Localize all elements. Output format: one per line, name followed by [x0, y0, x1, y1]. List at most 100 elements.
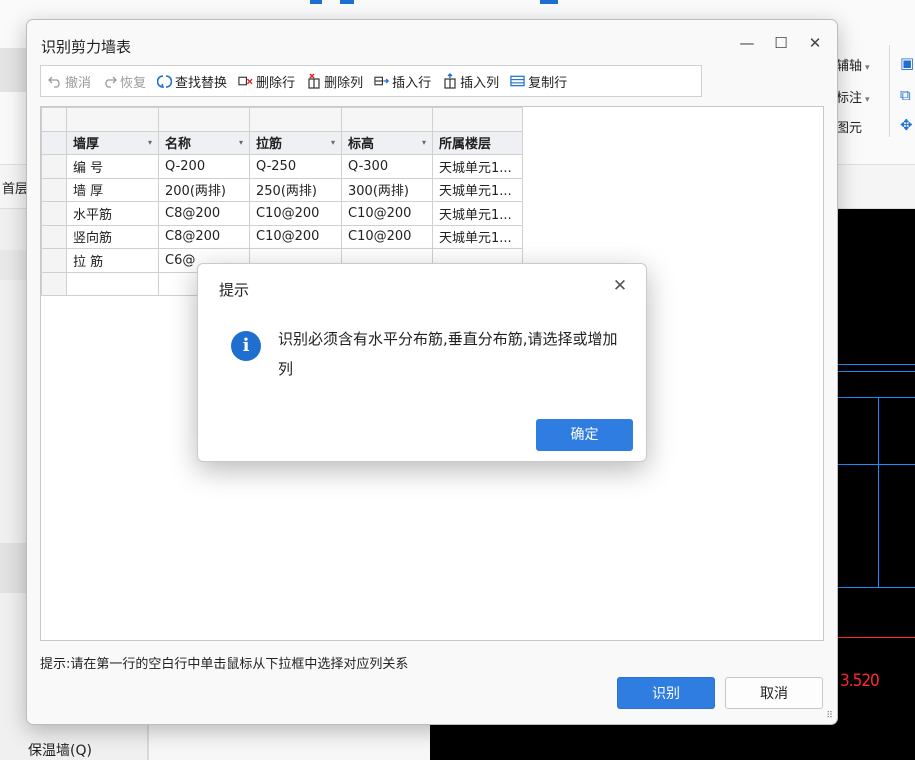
mapping-cell[interactable]	[432, 107, 523, 132]
table-cell[interactable]: 墙 厚	[66, 177, 159, 202]
column-header-dropdown[interactable]: 拉筋 ▾	[249, 130, 342, 155]
row-header	[41, 154, 67, 179]
ribbon-accent	[310, 0, 322, 4]
cancel-button[interactable]: 取消	[725, 677, 823, 709]
table-cell[interactable]: 250(两排)	[249, 177, 342, 202]
column-header-dropdown[interactable]: 墙厚 ▾	[66, 130, 159, 155]
dropdown-arrow-icon: ▾	[421, 138, 426, 148]
cad-line	[878, 397, 879, 587]
ribbon-left-edge	[0, 48, 28, 92]
row-header	[41, 224, 67, 249]
table-row: 竖向筋 C8@200 C10@200 C10@200 天城单元1...	[41, 224, 523, 249]
row-header	[41, 201, 67, 226]
delete-column-icon	[306, 73, 321, 89]
toolbar: 撤消 恢复 查找替换 删除行 删除列 插入行 插入列 复制行	[40, 65, 702, 97]
delete-column-button[interactable]: 删除列	[306, 72, 363, 91]
ribbon-move-icon[interactable]: ✥	[900, 116, 913, 134]
recognize-button[interactable]: 识别	[617, 677, 715, 709]
undo-icon	[47, 74, 62, 89]
table-cell[interactable]: C8@200	[158, 224, 250, 249]
ribbon-separator	[889, 45, 890, 137]
alert-title: 提示	[219, 281, 250, 299]
row-header	[41, 107, 67, 132]
table-cell[interactable]	[66, 271, 159, 296]
column-header-dropdown[interactable]: 标高 ▾	[341, 130, 433, 155]
minimize-button[interactable]: —	[733, 30, 761, 56]
ribbon-item-dimension[interactable]: 标注 ▾	[836, 87, 870, 106]
insert-column-button[interactable]: 插入列	[442, 72, 499, 91]
row-header	[41, 130, 67, 155]
hint-text: 提示:请在第一行的空白行中单击鼠标从下拉框中选择对应列关系	[40, 657, 409, 672]
table-cell[interactable]: C10@200	[249, 224, 342, 249]
panel-icon	[0, 250, 28, 280]
cad-line	[828, 464, 915, 465]
ok-button[interactable]: 确定	[536, 419, 633, 451]
dialog-title: 识别剪力墙表	[41, 38, 132, 56]
undo-button[interactable]: 撤消	[47, 72, 91, 91]
column-header-dropdown[interactable]: 所属楼层	[432, 130, 523, 155]
ribbon-accent	[340, 0, 354, 4]
redo-button[interactable]: 恢复	[102, 72, 146, 91]
blank-mapping-row	[41, 107, 523, 132]
ribbon-copy-icon[interactable]: ⧉	[900, 86, 911, 104]
table-cell[interactable]: C8@200	[158, 201, 250, 226]
table-cell[interactable]: C10@200	[341, 224, 433, 249]
copy-row-icon	[510, 74, 525, 89]
cad-elevation-text: 3.520	[840, 671, 880, 691]
table-cell[interactable]: C10@200	[249, 201, 342, 226]
maximize-button[interactable]: ☐	[767, 30, 795, 56]
table-row: 编 号 Q-200 Q-250 Q-300 天城单元1...	[41, 154, 523, 179]
table-cell[interactable]: C10@200	[341, 201, 433, 226]
find-replace-icon	[157, 74, 173, 89]
table-cell[interactable]: Q-250	[249, 154, 342, 179]
row-header	[41, 177, 67, 202]
column-header-dropdown[interactable]: 名称 ▾	[158, 130, 250, 155]
resize-grip-icon[interactable]: ⠿	[826, 711, 833, 721]
table-row: 墙 厚 200(两排) 250(两排) 300(两排) 天城单元1...	[41, 177, 523, 202]
close-button[interactable]: ✕	[801, 30, 829, 56]
mapping-cell[interactable]	[341, 107, 433, 132]
mapping-cell[interactable]	[66, 107, 159, 132]
cad-line	[828, 371, 915, 372]
mapping-cell[interactable]	[158, 107, 250, 132]
table-cell[interactable]: 天城单元1...	[432, 224, 523, 249]
insulation-wall-item[interactable]: 保温墙(Q)	[28, 740, 92, 760]
row-header	[41, 248, 67, 273]
table-cell[interactable]: 天城单元1...	[432, 201, 523, 226]
alert-close-button[interactable]: ✕	[608, 274, 632, 298]
delete-row-button[interactable]: 删除行	[238, 72, 295, 91]
table-cell[interactable]: 编 号	[66, 154, 159, 179]
alert-dialog: 提示 ✕ i 识别必须含有水平分布筋,垂直分布筋,请选择或增加列 确定	[197, 263, 647, 462]
insert-column-icon	[442, 73, 457, 89]
delete-row-icon	[238, 74, 253, 89]
cad-line	[828, 364, 915, 365]
insert-row-button[interactable]: 插入行	[374, 72, 431, 91]
table-cell[interactable]: 天城单元1...	[432, 154, 523, 179]
dropdown-arrow-icon: ▾	[147, 138, 152, 148]
cad-line	[828, 587, 915, 588]
table-cell[interactable]: 天城单元1...	[432, 177, 523, 202]
alert-message: 识别必须含有水平分布筋,垂直分布筋,请选择或增加列	[278, 330, 618, 378]
find-replace-button[interactable]: 查找替换	[157, 72, 227, 91]
redo-icon	[102, 74, 117, 89]
ribbon-item-element[interactable]: 图元	[836, 117, 862, 136]
table-cell[interactable]: 水平筋	[66, 201, 159, 226]
panel-icon	[0, 543, 28, 593]
table-cell[interactable]: 300(两排)	[341, 177, 433, 202]
info-icon: i	[231, 331, 261, 361]
ribbon-tool-icon[interactable]: ▣	[900, 54, 914, 72]
ribbon-item-aux-axis[interactable]: 辅轴 ▾	[836, 55, 870, 74]
table-row: 水平筋 C8@200 C10@200 C10@200 天城单元1...	[41, 201, 523, 226]
cad-line	[828, 397, 915, 398]
table-cell[interactable]: Q-300	[341, 154, 433, 179]
column-mapping-row: 墙厚 ▾ 名称 ▾ 拉筋 ▾ 标高 ▾ 所属楼层	[41, 130, 523, 155]
mapping-cell[interactable]	[249, 107, 342, 132]
copy-row-button[interactable]: 复制行	[510, 72, 567, 91]
floor-tab[interactable]: 首层	[2, 178, 28, 197]
table-cell[interactable]: 200(两排)	[158, 177, 250, 202]
insert-row-icon	[374, 74, 390, 89]
table-cell[interactable]: 拉 筋	[66, 248, 159, 273]
table-cell[interactable]: Q-200	[158, 154, 250, 179]
row-header	[41, 271, 67, 296]
table-cell[interactable]: 竖向筋	[66, 224, 159, 249]
